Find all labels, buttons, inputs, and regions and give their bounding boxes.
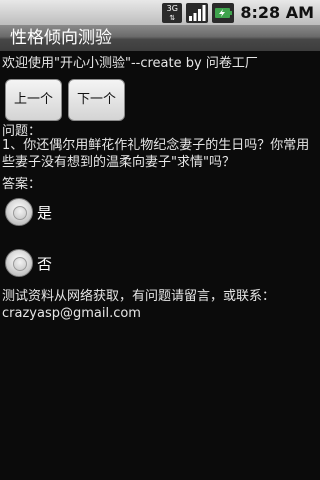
radio-option-label: 是 — [37, 203, 53, 222]
data-arrows-icon: ⇅ — [169, 13, 176, 22]
clock-time: 8:28 AM — [240, 3, 314, 22]
radio-button-icon[interactable] — [5, 198, 33, 226]
radio-option-no[interactable]: 否 — [0, 239, 320, 287]
network-3g-icon: 3G ⇅ — [162, 2, 183, 23]
radio-button-icon[interactable] — [5, 249, 33, 277]
radio-option-label: 否 — [37, 254, 53, 273]
welcome-text: 欢迎使用"开心小测验"--create by 问卷工厂 — [2, 56, 258, 71]
network-label: 3G — [166, 3, 178, 13]
signal-strength-icon — [186, 2, 209, 23]
question-text: 1、你还偶尔用鲜花作礼物纪念妻子的生日吗？你常用些妻子没有想到的温柔向妻子"求情… — [2, 138, 310, 170]
status-bar: 3G ⇅ 8:28 AM — [0, 0, 320, 25]
status-icons: 3G ⇅ 8:28 AM — [162, 2, 314, 23]
app-title-bar: 性格倾向测验 — [0, 25, 320, 51]
next-button[interactable]: 下一个 — [68, 79, 125, 121]
footer-note: 测试资料从网络获取，有问题请留言，或联系：crazyasp@gmail.com — [2, 289, 276, 321]
battery-charging-icon — [212, 2, 235, 23]
radio-option-yes[interactable]: 是 — [0, 188, 320, 236]
app-screen: 3G ⇅ 8:28 AM 性格倾向测验 欢迎使用"开心小测验"--create … — [0, 0, 320, 480]
previous-button[interactable]: 上一个 — [5, 79, 62, 121]
app-title: 性格倾向测验 — [10, 28, 112, 48]
